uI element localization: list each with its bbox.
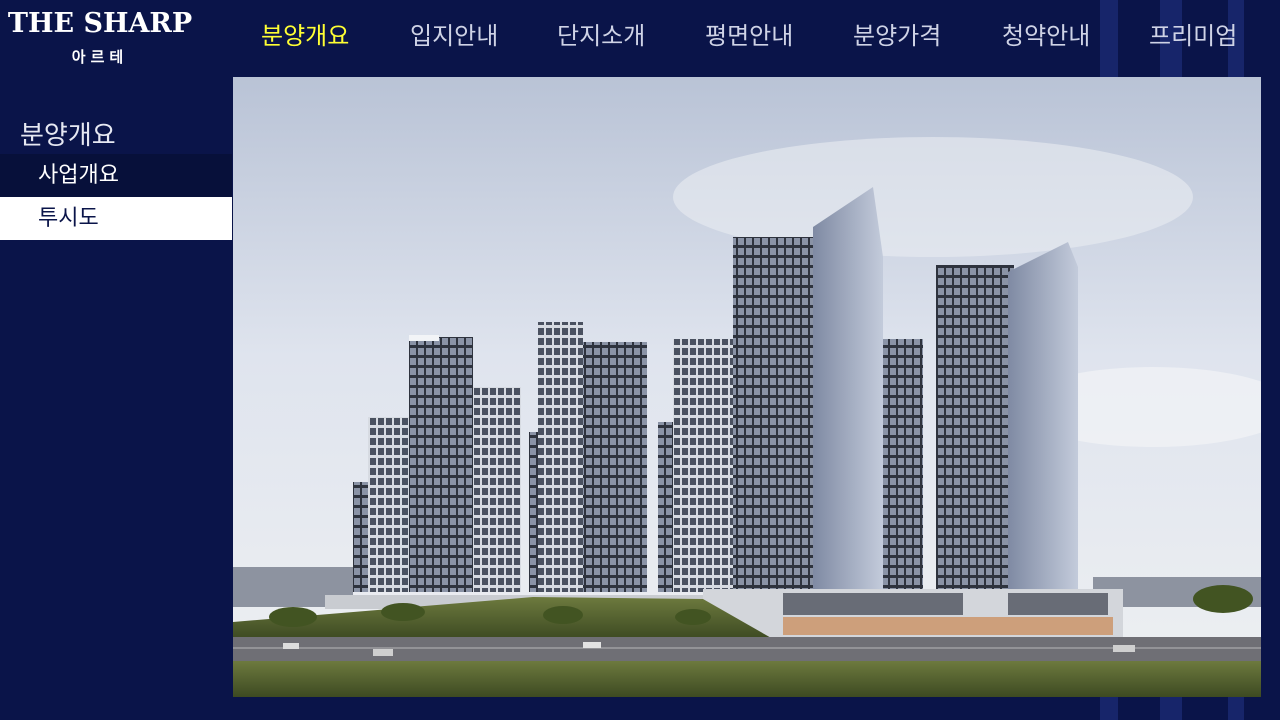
nav-item-overview[interactable]: 분양개요 (261, 16, 349, 51)
nav-item-premium[interactable]: 프리미엄 (1149, 16, 1237, 51)
nav-item-location[interactable]: 입지안내 (410, 16, 498, 51)
sidebar-item-perspective[interactable]: 투시도 (0, 197, 232, 240)
sidebar-title: 분양개요 (20, 121, 116, 151)
brand-logo[interactable]: THE SHARP 아르테 (0, 0, 200, 76)
sidebar-item-business-overview[interactable]: 사업개요 (0, 154, 232, 197)
nav-item-subscription[interactable]: 청약안내 (1002, 16, 1090, 51)
logo-subtitle: 아르테 (71, 48, 129, 66)
logo-wordmark: THE SHARP (7, 8, 193, 39)
nav-item-complex[interactable]: 단지소개 (557, 16, 645, 51)
nav-item-price[interactable]: 분양가격 (853, 16, 941, 51)
main-navigation: 분양개요 입지안내 단지소개 평면안내 분양가격 청약안내 프리미엄 (233, 0, 1280, 66)
perspective-rendering (233, 77, 1261, 697)
nav-item-floorplan[interactable]: 평면안내 (705, 16, 793, 51)
